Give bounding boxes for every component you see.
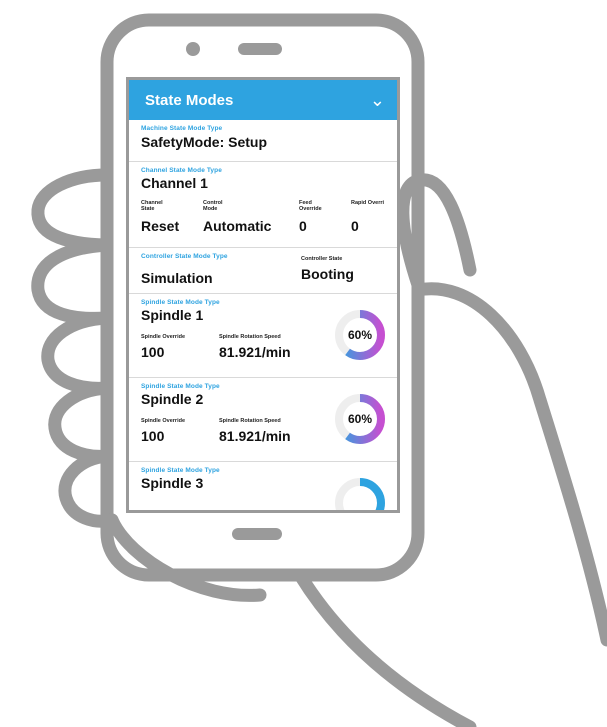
spindle-override-sublabel: Spindle Override [141, 334, 186, 340]
spindle-gauge: 60% [333, 392, 387, 446]
channel-state-value: Reset [141, 218, 180, 234]
spindle-section: Spindle State Mode Type Spindle 1 Spindl… [129, 294, 397, 378]
spindle-section: Spindle State Mode Type Spindle 2 Spindl… [129, 378, 397, 462]
spindle-gauge-percent: 60% [347, 412, 373, 426]
channel-state-sublabel: Channel State [141, 200, 163, 212]
gauge-ring [335, 478, 385, 510]
controller-state-section: Controller State Mode Type Simulation Co… [129, 248, 397, 294]
spindle-section: Spindle State Mode Type Spindle 3 [129, 462, 397, 510]
controller-state-value: Booting [301, 266, 354, 282]
spindle-gauge [333, 476, 387, 510]
spindle-gauge-percent: 60% [347, 328, 373, 342]
spindle-speed-sublabel: Spindle Rotation Speed [219, 418, 281, 424]
control-mode-sublabel: Control Mode [203, 200, 223, 212]
spindle-override-sublabel: Spindle Override [141, 418, 186, 424]
controller-mode-value: Simulation [141, 270, 213, 286]
control-mode-value: Automatic [203, 218, 272, 234]
feed-override-sublabel: Feed Override [299, 200, 322, 212]
spindle-override-value: 100 [141, 428, 165, 444]
spindle-state-label: Spindle State Mode Type [141, 467, 220, 474]
channel-state-label: Channel State Mode Type [141, 167, 222, 174]
spindle-speed-value: 81.921/min [219, 428, 291, 444]
rapid-override-value: 0 [351, 218, 359, 234]
spindle-gauge: 60% [333, 308, 387, 362]
channel-name: Channel 1 [141, 175, 208, 191]
chevron-down-icon[interactable]: ⌄ [370, 91, 385, 109]
spindle-override-value: 100 [141, 344, 165, 360]
app-screen: State Modes ⌄ Machine State Mode Type Sa… [129, 80, 397, 510]
header-title: State Modes [145, 91, 234, 109]
state-modes-header[interactable]: State Modes ⌄ [129, 80, 397, 120]
spindle-speed-value: 81.921/min [219, 344, 291, 360]
spindle-state-label: Spindle State Mode Type [141, 383, 220, 390]
machine-state-label: Machine State Mode Type [141, 125, 223, 132]
controller-state-sublabel: Controller State [301, 256, 343, 262]
spindle-state-label: Spindle State Mode Type [141, 299, 220, 306]
feed-override-value: 0 [299, 218, 307, 234]
controller-state-label: Controller State Mode Type [141, 253, 228, 260]
rapid-override-sublabel: Rapid Overri [351, 200, 385, 206]
spindle-speed-sublabel: Spindle Rotation Speed [219, 334, 281, 340]
channel-state-section: Channel State Mode Type Channel 1 Channe… [129, 162, 397, 248]
machine-state-value: SafetyMode: Setup [141, 134, 268, 150]
machine-state-section: Machine State Mode Type SafetyMode: Setu… [129, 120, 397, 162]
